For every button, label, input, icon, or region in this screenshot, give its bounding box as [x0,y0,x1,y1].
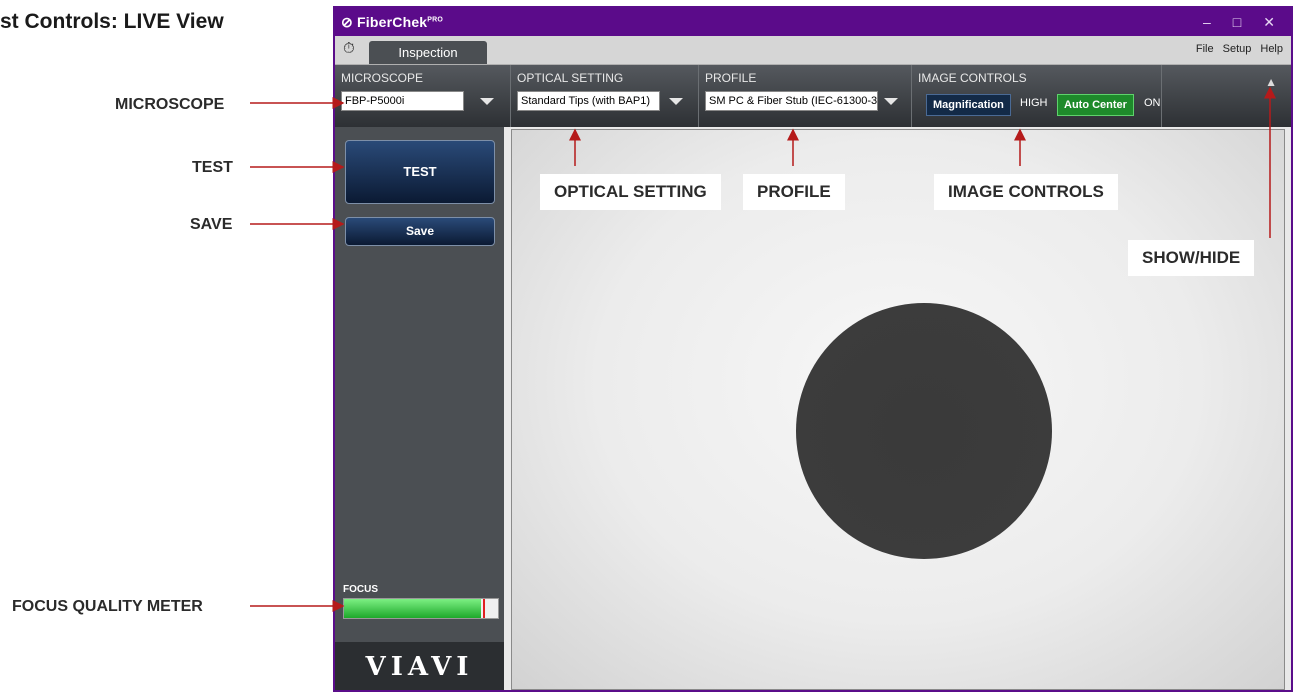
live-view-image [511,129,1285,690]
annotation-test: TEST [192,159,233,176]
sidebar: TEST Save FOCUS VIAVI [335,127,504,690]
tab-inspection[interactable]: Inspection [369,41,487,64]
focus-meter-marker [483,599,486,618]
magnification-button[interactable]: Magnification [926,94,1011,116]
auto-center-value: ON [1144,97,1161,109]
annotation-save: SAVE [190,216,233,233]
maximize-icon[interactable]: □ [1233,14,1241,31]
page-heading: st Controls: LIVE View [0,10,224,33]
profile-title: PROFILE [705,71,757,85]
save-button[interactable]: Save [345,217,495,246]
menu-help[interactable]: Help [1260,43,1283,55]
annotation-show-hide: SHOW/HIDE [1128,240,1255,276]
optical-setting-dropdown-icon[interactable] [669,98,683,105]
test-button[interactable]: TEST [345,140,495,204]
focus-label: FOCUS [343,584,378,595]
focus-quality-meter [343,598,499,619]
microscope-dropdown-icon[interactable] [480,98,494,105]
annotation-optical-setting: OPTICAL SETTING [540,174,721,210]
microscope-title: MICROSCOPE [341,71,424,85]
optical-setting-group: OPTICAL SETTING Standard Tips (with BAP1… [511,65,699,127]
app-logo: ⊘ FiberChekPRO [341,13,444,30]
close-icon[interactable]: ✕ [1263,14,1275,31]
optical-setting-title: OPTICAL SETTING [517,71,624,85]
profile-dropdown-icon[interactable] [884,98,898,105]
viavi-logo: VIAVI [335,642,504,690]
app-window: ⊘ FiberChekPRO – □ ✕ ⏱ Inspection File S… [333,6,1293,692]
optical-setting-select[interactable]: Standard Tips (with BAP1) [517,91,660,111]
controls-bar: MICROSCOPE FBP-P5000i OPTICAL SETTING St… [335,65,1291,127]
window-controls: – □ ✕ [1203,14,1275,31]
magnification-value: HIGH [1020,97,1048,109]
menu-file[interactable]: File [1196,43,1214,55]
focus-meter-fill [344,599,482,618]
viewport-inner [534,130,1264,689]
title-bar: ⊘ FiberChekPRO – □ ✕ [335,8,1291,36]
menu-setup[interactable]: Setup [1223,43,1252,55]
chevron-up-icon[interactable]: ▲ [1265,75,1277,89]
annotation-image-controls: IMAGE CONTROLS [934,174,1118,210]
fiber-endface [796,303,1052,559]
profile-select[interactable]: SM PC & Fiber Stub (IEC-61300-3 [705,91,878,111]
tab-bar: ⏱ Inspection File Setup Help [335,36,1291,65]
microscope-group: MICROSCOPE FBP-P5000i [335,65,511,127]
stopwatch-icon[interactable]: ⏱ [343,40,355,57]
image-controls-title: IMAGE CONTROLS [918,71,1027,85]
microscope-select[interactable]: FBP-P5000i [341,91,464,111]
menu-bar: File Setup Help [1196,43,1283,55]
annotation-microscope: MICROSCOPE [115,96,225,113]
minimize-icon[interactable]: – [1203,14,1211,31]
profile-group: PROFILE SM PC & Fiber Stub (IEC-61300-3 [699,65,912,127]
auto-center-button[interactable]: Auto Center [1057,94,1134,116]
annotation-focus-meter: FOCUS QUALITY METER [12,598,203,615]
annotation-profile: PROFILE [743,174,845,210]
image-controls-group: IMAGE CONTROLS Magnification HIGH Auto C… [912,65,1162,127]
